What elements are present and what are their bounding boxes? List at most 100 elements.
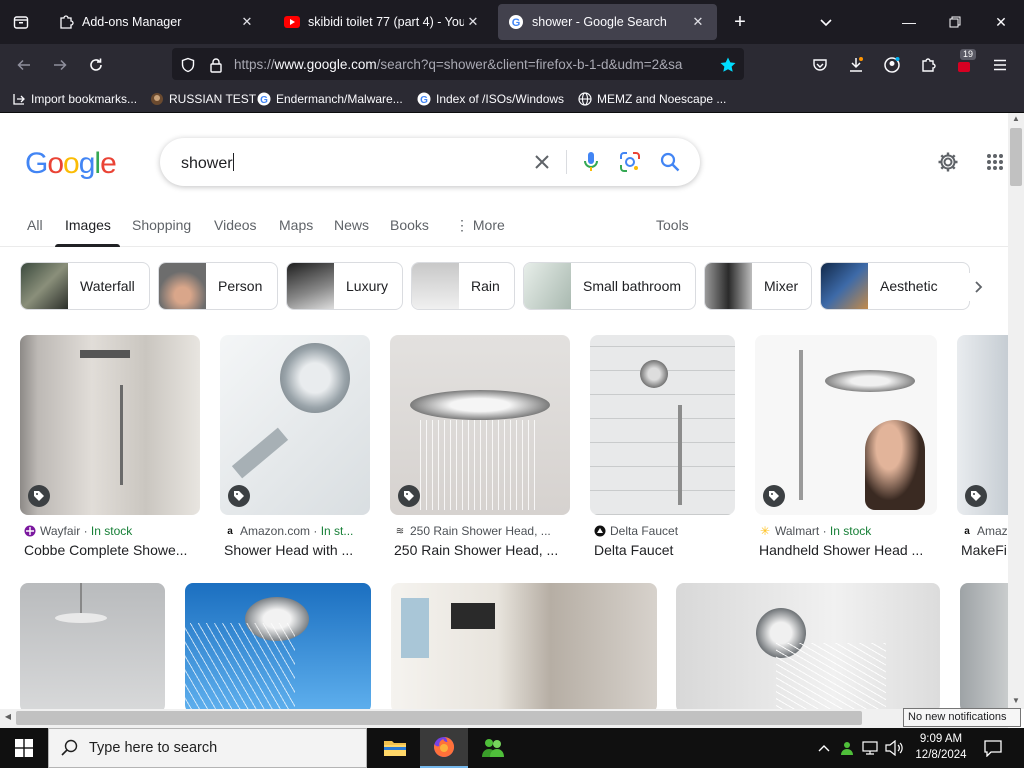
tab-google-search[interactable]: G shower - Google Search ✕ — [498, 4, 717, 40]
tab-more[interactable]: ⋮ More — [455, 217, 505, 234]
water-stream-shape — [185, 623, 295, 709]
chip-waterfall[interactable]: Waterfall — [20, 262, 150, 310]
search-input[interactable]: shower — [181, 153, 234, 173]
result-title[interactable]: 250 Rain Shower Head, ... — [394, 542, 570, 558]
tools-button[interactable]: Tools — [656, 217, 689, 233]
extensions-button[interactable] — [916, 53, 940, 77]
start-button[interactable] — [0, 728, 48, 768]
tab-addons-manager[interactable]: Add-ons Manager ✕ — [48, 4, 266, 40]
firefox-view-button[interactable] — [0, 0, 42, 44]
site-info-button[interactable] — [204, 53, 228, 77]
result-title[interactable]: Shower Head with ... — [224, 542, 370, 558]
image-result[interactable] — [590, 335, 735, 515]
image-result[interactable] — [391, 583, 657, 709]
extension-badge-button[interactable]: 19 — [952, 49, 977, 77]
close-tab-icon[interactable]: ✕ — [464, 14, 482, 30]
lens-search-button[interactable] — [618, 150, 642, 174]
file-explorer-taskbar-button[interactable] — [371, 728, 419, 768]
image-result[interactable] — [20, 583, 165, 709]
bookmark-russian-test[interactable]: RUSSIAN TEST — [150, 90, 256, 107]
menu-button[interactable] — [988, 53, 1012, 77]
image-result[interactable] — [960, 583, 1008, 709]
close-tab-icon[interactable]: ✕ — [238, 14, 256, 30]
downloads-button[interactable] — [844, 53, 868, 77]
chip-luxury[interactable]: Luxury — [286, 262, 403, 310]
result-source[interactable]: a Amazon.com · In st... — [224, 524, 370, 538]
google-logo[interactable]: Google — [25, 147, 117, 181]
tab-videos[interactable]: Videos — [214, 217, 257, 233]
image-result[interactable] — [185, 583, 371, 709]
result-title[interactable]: Delta Faucet — [594, 542, 735, 558]
result-source[interactable]: ✳ Walmart · In stock — [759, 524, 937, 538]
scroll-up-icon[interactable]: ▲ — [1010, 114, 1022, 126]
clear-search-button[interactable] — [530, 150, 554, 174]
result-source[interactable]: ≋ 250 Rain Shower Head, ... — [394, 524, 570, 538]
chat-app-taskbar-button[interactable] — [469, 728, 517, 768]
url-text[interactable]: https://www.google.com/search?q=shower&c… — [234, 57, 712, 73]
reload-button[interactable] — [84, 53, 108, 77]
result-title[interactable]: MakeFi — [961, 542, 1008, 558]
scroll-down-icon[interactable]: ▼ — [1010, 696, 1022, 708]
pocket-button[interactable] — [808, 53, 832, 77]
network-tray-icon[interactable] — [860, 738, 880, 758]
people-tray-icon[interactable] — [837, 738, 857, 758]
voice-search-button[interactable] — [579, 150, 603, 174]
image-result[interactable] — [20, 335, 200, 515]
bookmark-isos[interactable]: G Index of /ISOs/Windows — [417, 90, 564, 107]
bookmark-star-button[interactable] — [716, 53, 740, 77]
image-result[interactable] — [390, 335, 570, 515]
bookmark-memz[interactable]: MEMZ and Noescape ... — [578, 90, 726, 107]
image-result[interactable] — [676, 583, 940, 709]
new-tab-button[interactable]: + — [729, 11, 751, 33]
close-tab-icon[interactable]: ✕ — [689, 14, 707, 30]
back-button[interactable] — [12, 53, 36, 77]
chip-person[interactable]: Person — [158, 262, 278, 310]
import-icon — [12, 92, 26, 106]
restore-button[interactable] — [943, 10, 967, 34]
chip-label: Mixer — [764, 278, 799, 294]
vertical-scrollbar[interactable] — [1008, 113, 1024, 709]
tab-all[interactable]: All — [27, 217, 43, 233]
chip-small-bathroom[interactable]: Small bathroom — [523, 262, 696, 310]
search-submit-button[interactable] — [658, 150, 682, 174]
result-title[interactable]: Cobbe Complete Showe... — [24, 542, 200, 558]
account-button[interactable] — [880, 53, 904, 77]
chip-rain[interactable]: Rain — [411, 262, 515, 310]
bookmark-endermanch[interactable]: G Endermanch/Malware... — [257, 90, 403, 107]
minimize-button[interactable]: — — [897, 10, 921, 34]
settings-button[interactable] — [936, 150, 960, 174]
tab-maps[interactable]: Maps — [279, 217, 313, 233]
tracking-protection-button[interactable] — [176, 53, 200, 77]
forward-button[interactable] — [48, 53, 72, 77]
horizontal-scroll-thumb[interactable] — [16, 711, 862, 725]
chip-mixer[interactable]: Mixer — [704, 262, 812, 310]
image-result[interactable] — [755, 335, 937, 515]
image-result[interactable] — [957, 335, 1008, 515]
tab-news[interactable]: News — [334, 217, 369, 233]
show-hidden-icons-button[interactable] — [814, 738, 834, 758]
source-name: Delta Faucet — [610, 524, 679, 538]
tab-books[interactable]: Books — [390, 217, 429, 233]
bookmark-import[interactable]: Import bookmarks... — [12, 90, 137, 107]
image-result[interactable] — [220, 335, 370, 515]
result-title[interactable]: Handheld Shower Head ... — [759, 542, 937, 558]
globe-icon — [578, 91, 592, 106]
chip-aesthetic[interactable]: Aesthetic — [820, 262, 970, 310]
tab-images[interactable]: Images — [65, 217, 111, 233]
firefox-taskbar-button[interactable] — [420, 728, 468, 768]
result-source[interactable]: a Amaz — [961, 524, 1008, 538]
result-source[interactable]: Delta Faucet — [594, 524, 735, 538]
result-source[interactable]: Wayfair · In stock — [24, 524, 200, 538]
list-all-tabs-button[interactable] — [816, 12, 836, 32]
vertical-scroll-thumb[interactable] — [1010, 128, 1022, 186]
scroll-left-icon[interactable]: ◀ — [2, 712, 14, 724]
tab-youtube[interactable]: skibidi toilet 77 (part 4) - YouTube ✕ — [274, 4, 492, 40]
volume-tray-icon[interactable] — [884, 738, 904, 758]
taskbar-search[interactable]: Type here to search — [48, 728, 367, 768]
tab-shopping[interactable]: Shopping — [132, 217, 191, 233]
chips-next-button[interactable] — [964, 273, 992, 301]
apps-button[interactable] — [983, 150, 1007, 174]
taskbar-clock[interactable]: 9:09 AM 12/8/2024 — [910, 731, 972, 763]
action-center-button[interactable] — [983, 738, 1003, 758]
close-window-button[interactable]: ✕ — [989, 10, 1013, 34]
